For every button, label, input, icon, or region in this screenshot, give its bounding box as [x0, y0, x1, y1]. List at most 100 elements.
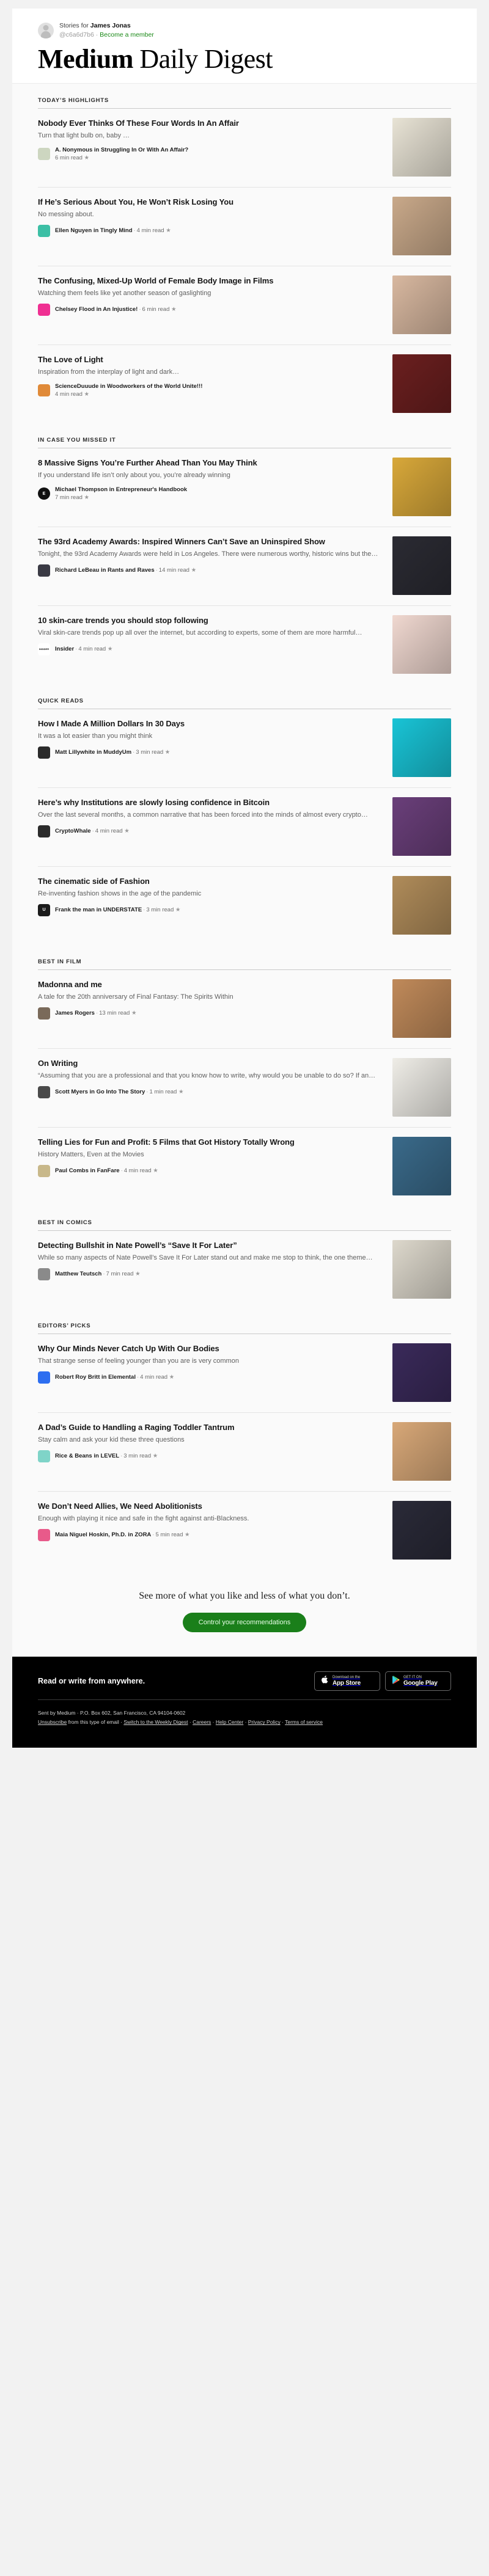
story-card[interactable]: The 93rd Academy Awards: Inspired Winner… [38, 527, 451, 607]
story-thumbnail[interactable] [392, 458, 451, 517]
story-title[interactable]: On Writing [38, 1058, 384, 1068]
story-card[interactable]: Detecting Bullshit in Nate Powell’s “Sav… [38, 1231, 451, 1309]
story-card[interactable]: The Confusing, Mixed-Up World of Female … [38, 266, 451, 346]
author-avatar[interactable] [38, 224, 50, 237]
unsubscribe-link[interactable]: Unsubscribe [38, 1719, 67, 1725]
author-avatar[interactable]: U [38, 903, 50, 916]
story-card[interactable]: Why Our Minds Never Catch Up With Our Bo… [38, 1334, 451, 1414]
story-thumbnail[interactable] [392, 797, 451, 856]
author-name[interactable]: Chelsey Flood in An Injustice! [55, 306, 138, 313]
author-name[interactable]: Frank the man in UNDERSTATE [55, 907, 142, 913]
author-name[interactable]: Ellen Nguyen in Tingly Mind [55, 227, 133, 234]
story-thumbnail[interactable] [392, 615, 451, 674]
story-card[interactable]: How I Made A Million Dollars In 30 Days I… [38, 709, 451, 789]
story-card[interactable]: Here’s why Institutions are slowly losin… [38, 788, 451, 867]
story-title[interactable]: A Dad’s Guide to Handling a Raging Toddl… [38, 1422, 384, 1432]
story-thumbnail[interactable] [392, 536, 451, 596]
story-card[interactable]: Telling Lies for Fun and Profit: 5 Films… [38, 1128, 451, 1206]
author-avatar[interactable] [38, 148, 50, 161]
story-card[interactable]: We Don’t Need Allies, We Need Abolitioni… [38, 1492, 451, 1570]
story-thumbnail[interactable] [392, 1501, 451, 1560]
author-name[interactable]: Matthew Teutsch [55, 1271, 101, 1277]
story-title[interactable]: Why Our Minds Never Catch Up With Our Bo… [38, 1343, 384, 1354]
story-title[interactable]: The Confusing, Mixed-Up World of Female … [38, 275, 384, 286]
story-title[interactable]: Here’s why Institutions are slowly losin… [38, 797, 384, 808]
privacy-policy-link[interactable]: Privacy Policy [248, 1719, 281, 1725]
author-avatar[interactable] [38, 825, 50, 837]
story-thumbnail[interactable] [392, 1343, 451, 1403]
author-avatar[interactable] [38, 1371, 50, 1384]
story-thumbnail[interactable] [392, 118, 451, 177]
legal-text: Sent by Medium · P.O. Box 602, San Franc… [38, 1709, 451, 1727]
story-title[interactable]: Telling Lies for Fun and Profit: 5 Films… [38, 1137, 384, 1147]
story-thumbnail[interactable] [392, 876, 451, 935]
story-thumbnail[interactable] [392, 354, 451, 414]
story-card[interactable]: 8 Massive Signs You’re Further Ahead Tha… [38, 448, 451, 528]
author-name[interactable]: CryptoWhale [55, 828, 91, 834]
story-title[interactable]: Nobody Ever Thinks Of These Four Words I… [38, 118, 384, 128]
story-title[interactable]: Detecting Bullshit in Nate Powell’s “Sav… [38, 1240, 384, 1250]
author-name[interactable]: Maia Niguel Hoskin, Ph.D. in ZORA [55, 1531, 151, 1538]
author-avatar[interactable] [38, 746, 50, 759]
author-name[interactable]: Insider [55, 646, 74, 652]
story-thumbnail[interactable] [392, 197, 451, 256]
terms-of-service-link[interactable]: Terms of service [285, 1719, 323, 1725]
author-name[interactable]: James Rogers [55, 1010, 95, 1016]
author-name[interactable]: A. Nonymous in Struggling In Or With An … [55, 147, 188, 153]
author-name[interactable]: Michael Thompson in Entrepreneur's Handb… [55, 486, 187, 493]
author-name[interactable]: Richard LeBeau in Rants and Raves [55, 567, 155, 574]
story-card[interactable]: The cinematic side of Fashion Re-inventin… [38, 867, 451, 945]
story-thumbnail[interactable] [392, 979, 451, 1038]
author-avatar[interactable] [38, 1450, 50, 1462]
author-avatar[interactable] [38, 1164, 50, 1177]
story-card[interactable]: Madonna and me A tale for the 20th annive… [38, 970, 451, 1049]
story-title[interactable]: 8 Massive Signs You’re Further Ahead Tha… [38, 458, 384, 468]
stories-for-label: Stories for [59, 22, 90, 29]
author-avatar[interactable] [38, 1007, 50, 1020]
author-name[interactable]: Robert Roy Britt in Elemental [55, 1374, 136, 1381]
author-name[interactable]: Matt Lillywhite in MuddyUm [55, 749, 131, 756]
story-title[interactable]: The Love of Light [38, 354, 384, 365]
story-card[interactable]: On Writing “Assuming that you are a profe… [38, 1049, 451, 1128]
author-name[interactable]: Rice & Beans in LEVEL [55, 1453, 119, 1459]
story-title[interactable]: How I Made A Million Dollars In 30 Days [38, 718, 384, 729]
google-play-badge[interactable]: GET IT ON Google Play [385, 1671, 451, 1691]
story-title[interactable]: We Don’t Need Allies, We Need Abolitioni… [38, 1501, 384, 1511]
story-card[interactable]: A Dad’s Guide to Handling a Raging Toddl… [38, 1413, 451, 1492]
author-name[interactable]: ScienceDuuude in Woodworkers of the Worl… [55, 383, 202, 390]
story-thumbnail[interactable] [392, 718, 451, 778]
story-card[interactable]: 10 skin-care trends you should stop foll… [38, 606, 451, 684]
story-title[interactable]: The cinematic side of Fashion [38, 876, 384, 886]
thumbnail-image [392, 1137, 451, 1196]
story-thumbnail[interactable] [392, 1058, 451, 1117]
story-thumbnail[interactable] [392, 275, 451, 335]
help-center-link[interactable]: Help Center [216, 1719, 243, 1725]
careers-link[interactable]: Careers [193, 1719, 211, 1725]
author-avatar[interactable] [38, 1085, 50, 1098]
author-avatar[interactable] [38, 564, 50, 577]
story-thumbnail[interactable] [392, 1137, 451, 1196]
author-avatar[interactable] [38, 384, 50, 397]
story-title[interactable]: The 93rd Academy Awards: Inspired Winner… [38, 536, 384, 547]
author-name[interactable]: Paul Combs in FanFare [55, 1167, 120, 1174]
story-thumbnail[interactable] [392, 1240, 451, 1299]
author-avatar[interactable]: INSIDER [38, 643, 50, 655]
author-avatar[interactable] [38, 1528, 50, 1541]
control-recommendations-button[interactable]: Control your recommendations [182, 1613, 307, 1633]
story-title[interactable]: 10 skin-care trends you should stop foll… [38, 615, 384, 626]
read-time: 4 min read [95, 827, 123, 834]
story-title[interactable]: Madonna and me [38, 979, 384, 990]
author-avatar[interactable] [38, 303, 50, 316]
story-card[interactable]: The Love of Light Inspiration from the in… [38, 345, 451, 423]
thumbnail-image [392, 536, 451, 596]
story-thumbnail[interactable] [392, 1422, 451, 1481]
become-a-member-link[interactable]: Become a member [100, 31, 154, 38]
story-title[interactable]: If He’s Serious About You, He Won’t Risk… [38, 197, 384, 207]
switch-weekly-digest-link[interactable]: Switch to the Weekly Digest [123, 1719, 188, 1725]
story-card[interactable]: If He’s Serious About You, He Won’t Risk… [38, 188, 451, 267]
author-avatar[interactable] [38, 1268, 50, 1280]
author-avatar[interactable]: E [38, 487, 50, 500]
app-store-badge[interactable]: Download on the App Store [314, 1671, 380, 1691]
story-card[interactable]: Nobody Ever Thinks Of These Four Words I… [38, 109, 451, 188]
author-name[interactable]: Scott Myers in Go Into The Story [55, 1089, 145, 1095]
